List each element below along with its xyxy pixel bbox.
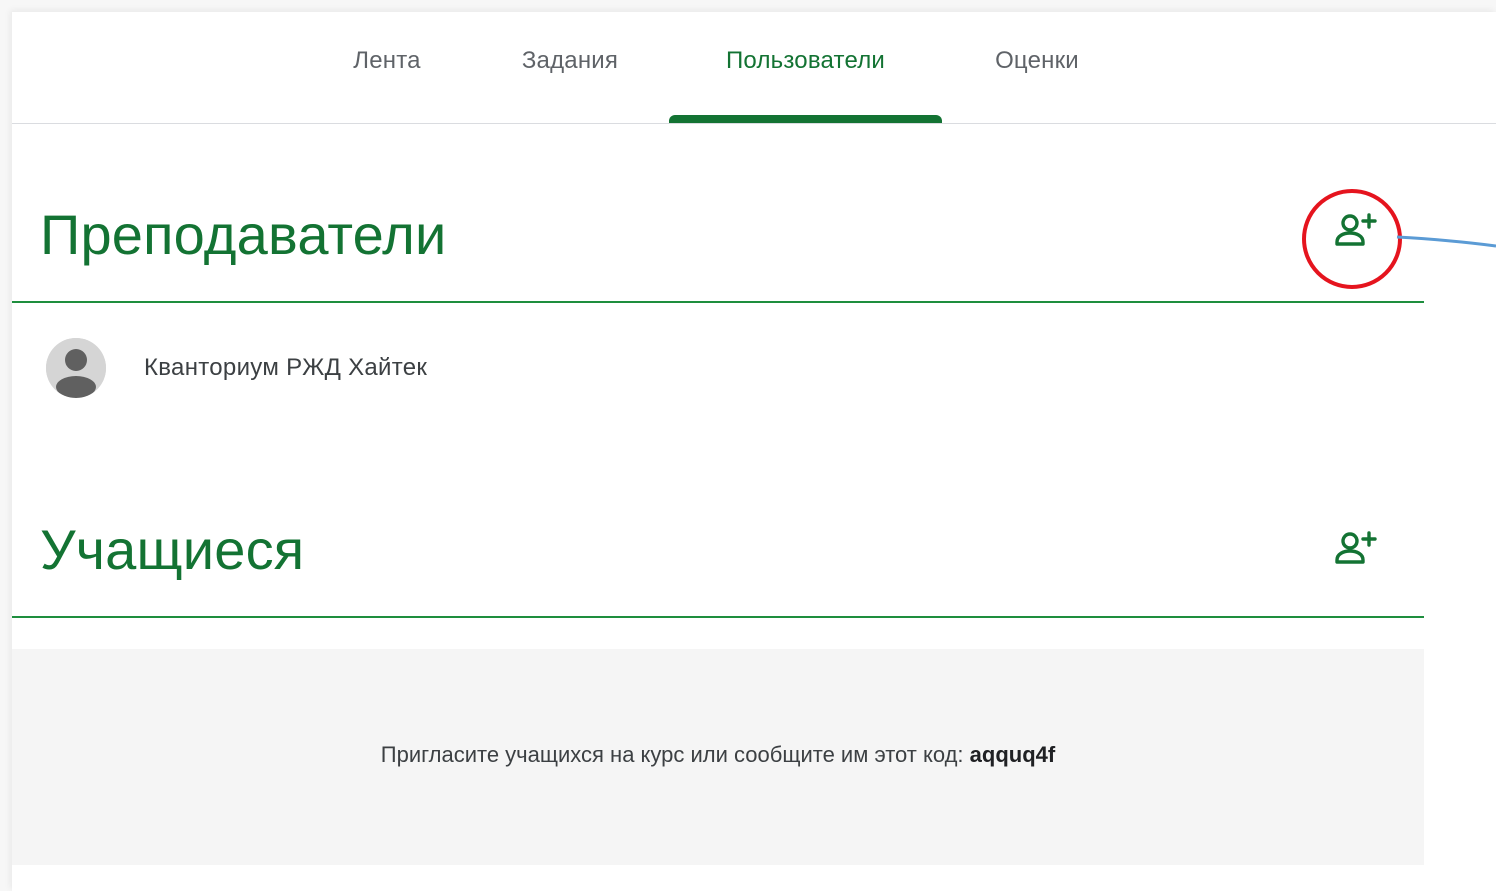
- students-section-title: Учащиеся: [40, 518, 305, 581]
- person-add-icon: [1335, 213, 1377, 246]
- tab-classwork[interactable]: Задания: [500, 12, 640, 123]
- tab-people[interactable]: Пользователи: [669, 12, 942, 123]
- invite-text: Пригласите учащихся на курс или сообщите…: [380, 742, 964, 767]
- invite-message: Пригласите учащихся на курс или сообщите…: [12, 742, 1424, 768]
- tab-bar: Лента Задания Пользователи Оценки: [12, 12, 1496, 124]
- active-tab-indicator: [669, 115, 942, 123]
- tab-grades[interactable]: Оценки: [972, 12, 1102, 123]
- students-divider: [12, 616, 1424, 618]
- students-empty-state: Пригласите учащихся на курс или сообщите…: [12, 649, 1424, 865]
- teacher-name: Кванториум РЖД Хайтек: [144, 354, 428, 381]
- invite-teachers-button[interactable]: [1328, 203, 1384, 259]
- teacher-list-item: Кванториум РЖД Хайтек: [46, 337, 427, 399]
- invite-students-button[interactable]: [1328, 521, 1384, 577]
- avatar: [46, 338, 106, 398]
- class-code[interactable]: aqquq4f: [970, 742, 1056, 767]
- teachers-section-title: Преподаватели: [40, 203, 447, 266]
- person-add-icon: [1335, 531, 1377, 564]
- tab-stream[interactable]: Лента: [327, 12, 447, 123]
- teachers-divider: [12, 301, 1424, 303]
- default-avatar-icon: [46, 338, 106, 398]
- classroom-people-page: Лента Задания Пользователи Оценки Препод…: [12, 12, 1496, 891]
